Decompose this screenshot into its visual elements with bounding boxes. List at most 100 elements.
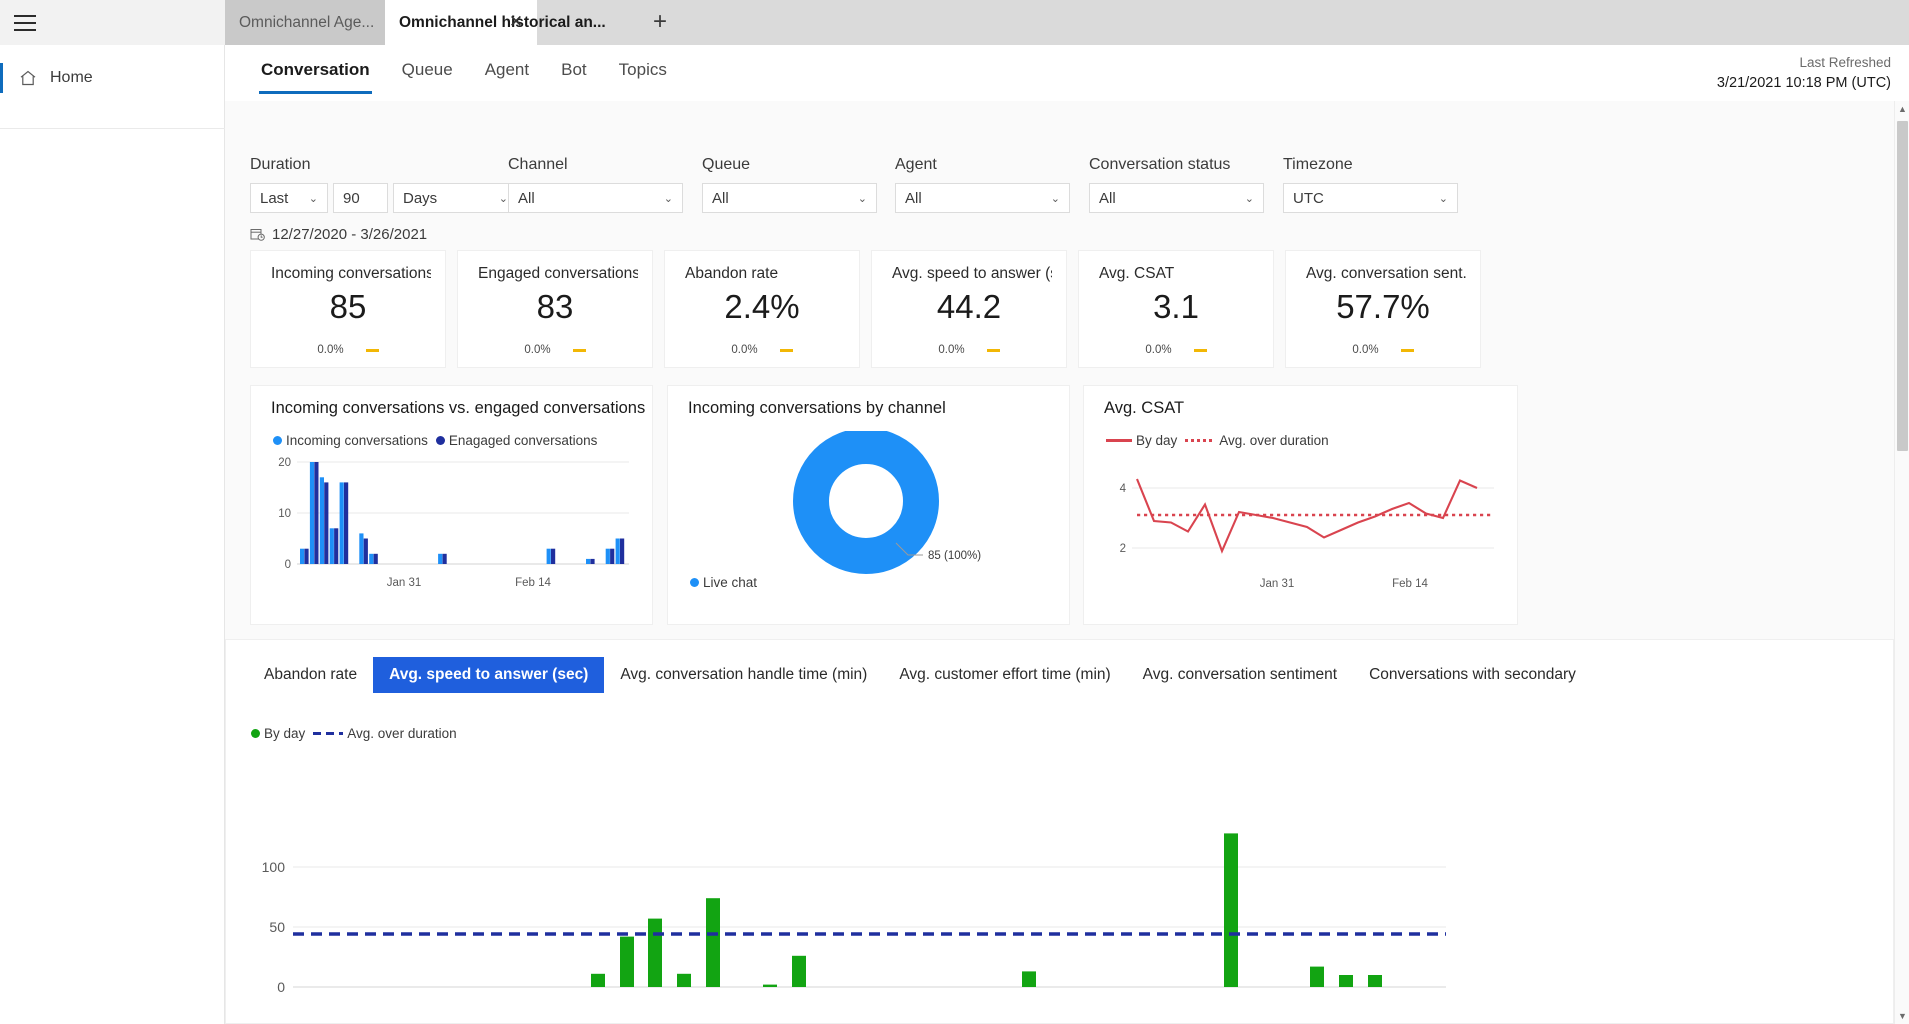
metric-tab-abandon-rate[interactable]: Abandon rate [248, 657, 373, 693]
metric-tab-avg-speed-to-answer[interactable]: Avg. speed to answer (sec) [373, 657, 605, 693]
legend-label: By day [264, 726, 306, 741]
legend-item-engaged[interactable]: Enagaged conversations [435, 433, 598, 448]
kpi-value: 44.2 [936, 288, 1002, 325]
hamburger-icon[interactable] [14, 14, 36, 31]
svg-text:0: 0 [277, 979, 285, 995]
browser-tab-1[interactable]: Omnichannel Age... [225, 0, 385, 45]
kpi-delta-pct: 0.0% [731, 344, 758, 356]
card-title: Avg. CSAT [1104, 399, 1185, 417]
kpi-title: Abandon rate [685, 265, 779, 282]
tab-conversation[interactable]: Conversation [245, 45, 386, 94]
trend-flat-icon [1193, 348, 1207, 352]
chart-row: Incoming conversations vs. engaged conve… [225, 385, 1894, 625]
browser-tabstrip: Omnichannel Age... Omnichannel historica… [0, 0, 1909, 45]
filter-conversation-status-label: Conversation status [1089, 156, 1231, 173]
card-title: Incoming conversations vs. engaged conve… [271, 399, 646, 417]
browser-tab-2[interactable]: Omnichannel historical an... ✕ [385, 0, 606, 45]
sidebar-item-home[interactable]: Home [0, 58, 224, 98]
legend-item-avg-over-duration[interactable]: Avg. over duration [1185, 433, 1329, 448]
left-navigation: Home [0, 45, 225, 1024]
kpi-abandon-rate[interactable]: Abandon rate 2.4% 0.0% [664, 250, 860, 368]
svg-text:Jan 31: Jan 31 [1260, 578, 1295, 590]
svg-text:Feb 14: Feb 14 [515, 577, 551, 589]
kpi-avg-speed-to-answer[interactable]: Avg. speed to answer (s... 44.2 0.0% [871, 250, 1067, 368]
tab-bot[interactable]: Bot [545, 45, 603, 94]
agent-select[interactable]: All ⌄ [895, 183, 1070, 213]
duration-relative-select[interactable]: Last ⌄ [250, 183, 328, 213]
card-incoming-by-channel: Incoming conversations by channel 85 (10… [667, 385, 1070, 625]
new-tab-icon[interactable]: + [645, 7, 675, 37]
svg-text:0: 0 [285, 559, 291, 571]
last-refreshed-label: Last Refreshed [1799, 55, 1891, 70]
page-scrollbar[interactable]: ▲ ▼ [1894, 101, 1909, 1024]
duration-amount-input[interactable]: 90 [333, 183, 388, 213]
tab-queue[interactable]: Queue [386, 45, 469, 94]
metric-tab-avg-conversation-handle-time[interactable]: Avg. conversation handle time (min) [604, 657, 883, 693]
legend-item-by-day[interactable]: By day [1106, 433, 1177, 448]
channel-select[interactable]: All ⌄ [508, 183, 683, 213]
filter-duration: Duration Last ⌄ 90 Days ⌄ [250, 156, 518, 213]
tab-queue-label: Queue [401, 60, 453, 79]
kpi-delta-pct: 0.0% [938, 344, 965, 356]
legend-label: Enagaged conversations [448, 433, 598, 448]
kpi-row: Incoming conversations 85 0.0% Engaged c… [225, 250, 1894, 370]
metric-tab-avg-conversation-sentiment[interactable]: Avg. conversation sentiment [1127, 657, 1353, 693]
timezone-select[interactable]: UTC ⌄ [1283, 183, 1458, 213]
scroll-down-icon[interactable]: ▼ [1895, 1008, 1909, 1024]
kpi-delta: 0.0% [1286, 344, 1480, 356]
kpi-value: 57.7% [1336, 288, 1430, 325]
close-icon[interactable]: ✕ [507, 13, 525, 31]
conversation-status-value: All [1099, 189, 1116, 207]
date-range-text: 12/27/2020 - 3/26/2021 [272, 226, 428, 243]
legend-item-avg-over-duration[interactable]: Avg. over duration [313, 726, 457, 741]
chevron-down-icon: ⌄ [857, 192, 867, 205]
trend-flat-icon [986, 348, 1000, 352]
chart-legend: Live chat [690, 575, 757, 590]
card-incoming-vs-engaged: Incoming conversations vs. engaged conve… [250, 385, 653, 625]
filter-timezone-label: Timezone [1283, 156, 1353, 173]
filter-conversation-status: Conversation status All ⌄ [1089, 156, 1264, 213]
filter-agent: Agent All ⌄ [895, 156, 1070, 213]
metric-tab-label: Conversations with secondary [1369, 666, 1576, 683]
nav-divider [0, 128, 225, 129]
donut-chart-by-channel: 85 (100%) [748, 431, 1048, 581]
conversation-status-select[interactable]: All ⌄ [1089, 183, 1264, 213]
filter-duration-label: Duration [250, 156, 311, 173]
legend-item-live-chat[interactable]: Live chat [690, 575, 757, 590]
kpi-incoming-conversations[interactable]: Incoming conversations 85 0.0% [250, 250, 446, 368]
queue-select[interactable]: All ⌄ [702, 183, 877, 213]
legend-item-by-day[interactable]: By day [251, 726, 305, 741]
metric-tab-avg-customer-effort-time[interactable]: Avg. customer effort time (min) [883, 657, 1126, 693]
metric-tab-conversations-with-secondary[interactable]: Conversations with secondary [1353, 657, 1592, 693]
tab-topics-label: Topics [618, 60, 667, 79]
kpi-avg-conversation-sentiment[interactable]: Avg. conversation sent... 57.7% 0.0% [1285, 250, 1481, 368]
kpi-title: Avg. speed to answer (s... [892, 265, 1052, 282]
kpi-delta-pct: 0.0% [317, 344, 344, 356]
card-avg-csat: Avg. CSAT By day Avg. over duration 4 2 [1083, 385, 1518, 625]
legend-dot-icon [251, 729, 260, 738]
legend-label: Incoming conversations [286, 433, 428, 448]
tab-topics[interactable]: Topics [603, 45, 683, 94]
legend-label: Avg. over duration [347, 726, 457, 741]
queue-value: All [712, 189, 729, 207]
scroll-up-icon[interactable]: ▲ [1895, 101, 1909, 117]
filter-channel-label: Channel [508, 156, 568, 173]
svg-text:Jan 31: Jan 31 [387, 577, 422, 589]
chevron-down-icon: ⌄ [1050, 192, 1060, 205]
kpi-value: 83 [536, 288, 574, 325]
duration-relative-value: Last [260, 189, 289, 207]
chevron-down-icon: ⌄ [498, 192, 508, 205]
kpi-title: Incoming conversations [271, 265, 431, 282]
legend-dot-icon [273, 436, 282, 445]
bar-chart-incoming-vs-engaged: 20 10 0 Jan 31 Feb 14 [269, 454, 637, 599]
legend-item-incoming[interactable]: Incoming conversations [273, 433, 428, 448]
kpi-engaged-conversations[interactable]: Engaged conversations 83 0.0% [457, 250, 653, 368]
kpi-delta: 0.0% [1079, 344, 1273, 356]
kpi-delta: 0.0% [458, 344, 652, 356]
kpi-avg-csat[interactable]: Avg. CSAT 3.1 0.0% [1078, 250, 1274, 368]
kpi-delta-pct: 0.0% [1352, 344, 1379, 356]
scrollbar-thumb[interactable] [1897, 121, 1908, 451]
svg-text:100: 100 [262, 859, 286, 875]
tab-agent[interactable]: Agent [469, 45, 545, 94]
duration-unit-select[interactable]: Days ⌄ [393, 183, 518, 213]
